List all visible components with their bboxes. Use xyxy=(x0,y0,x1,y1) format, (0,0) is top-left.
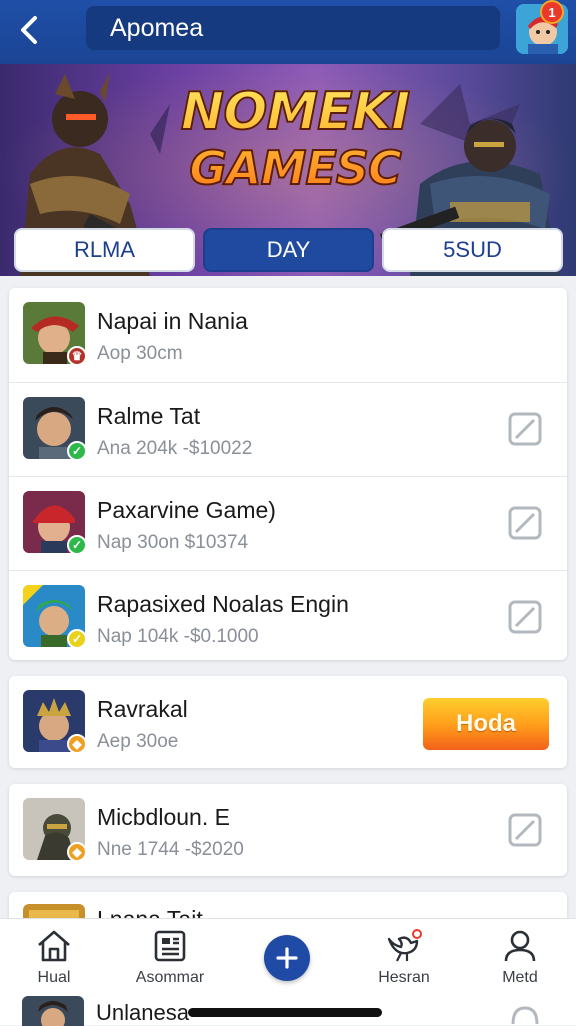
search-bar[interactable] xyxy=(86,6,500,50)
item-meta: Aep 30oe xyxy=(97,731,179,752)
status-badge: ✓ xyxy=(67,535,87,555)
item-title: Rapasixed Noalas Engin xyxy=(97,591,349,617)
get-button[interactable]: Hoda xyxy=(423,698,549,750)
list-item[interactable]: ◆ Micbdloun. E Nne 1744 -$2020 xyxy=(9,784,567,876)
loading-icon xyxy=(511,1006,539,1024)
item-title: Micbdloun. E xyxy=(97,804,230,830)
peek-list-item[interactable]: Unlanesa xyxy=(0,990,576,1026)
list-item[interactable]: ✓ Rapasixed Noalas Engin Nap 104k -$0.10… xyxy=(9,570,567,663)
select-checkbox[interactable] xyxy=(507,812,543,848)
back-button[interactable] xyxy=(8,8,52,52)
item-meta: Nne 1744 -$2020 xyxy=(97,839,244,860)
list-item[interactable]: ✓ Paxarvine Game) Nap 30on $10374 xyxy=(9,476,567,569)
nav-label: Hesran xyxy=(378,969,430,986)
bird-icon xyxy=(387,929,422,962)
item-title: Ralme Tat xyxy=(97,403,201,429)
status-badge: ✓ xyxy=(67,441,87,461)
list-item[interactable]: ♛ Napai in Nania Aop 30cm xyxy=(9,288,567,380)
select-checkbox[interactable] xyxy=(507,599,543,635)
chevron-left-icon xyxy=(21,16,37,44)
item-title: Ravrakal xyxy=(97,696,188,722)
tab-rlma[interactable]: RLMA xyxy=(14,228,195,272)
home-indicator xyxy=(188,1008,382,1017)
status-badge: ◆ xyxy=(67,842,87,862)
search-input[interactable] xyxy=(108,12,478,44)
item-title: Unlanesa xyxy=(96,1000,189,1025)
nav-label: Metd xyxy=(502,969,538,986)
slash-square-icon xyxy=(508,412,542,446)
item-meta: Nap 104k -$0.1000 xyxy=(97,626,259,647)
plus-icon xyxy=(276,947,298,969)
select-checkbox[interactable] xyxy=(507,505,543,541)
select-checkbox[interactable] xyxy=(507,411,543,447)
banner-title-line1: NOMEKI xyxy=(180,82,412,142)
list-item[interactable]: ◆ Ravrakal Aep 30oe Hoda xyxy=(9,676,567,768)
game-card: ◆ Micbdloun. E Nne 1744 -$2020 xyxy=(9,784,567,876)
news-icon xyxy=(154,930,186,962)
item-meta: Aop 30cm xyxy=(97,343,183,364)
user-icon xyxy=(504,930,536,962)
game-list-card: ♛ Napai in Nania Aop 30cm ✓ Ralme Tat An… xyxy=(9,288,567,660)
slash-square-icon xyxy=(508,600,542,634)
home-icon xyxy=(38,930,70,962)
nav-label: Asommar xyxy=(135,969,205,986)
notification-badge: 1 xyxy=(542,2,562,22)
status-badge: ♛ xyxy=(67,346,87,366)
item-title: Napai in Nania xyxy=(97,308,248,334)
status-badge: ✓ xyxy=(67,629,87,649)
create-button[interactable] xyxy=(264,935,310,981)
tab-day[interactable]: DAY xyxy=(203,228,374,272)
banner-title-line2: GAMESC xyxy=(188,140,402,196)
featured-card: ◆ Ravrakal Aep 30oe Hoda xyxy=(9,676,567,768)
top-bar: 1 xyxy=(0,0,576,64)
banner-title: NOMEKI GAMESC xyxy=(170,82,420,196)
list-item[interactable]: ✓ Ralme Tat Ana 204k -$10022 xyxy=(9,382,567,475)
game-thumbnail xyxy=(22,996,84,1026)
slash-square-icon xyxy=(508,506,542,540)
item-title: Paxarvine Game) xyxy=(97,497,276,523)
item-meta: Ana 204k -$10022 xyxy=(97,438,253,459)
nav-label: Hual xyxy=(37,969,71,986)
status-badge: ◆ xyxy=(67,734,87,754)
item-meta: Nap 30on $10374 xyxy=(97,532,249,553)
slash-square-icon xyxy=(508,813,542,847)
tab-5sud[interactable]: 5SUD xyxy=(382,228,563,272)
